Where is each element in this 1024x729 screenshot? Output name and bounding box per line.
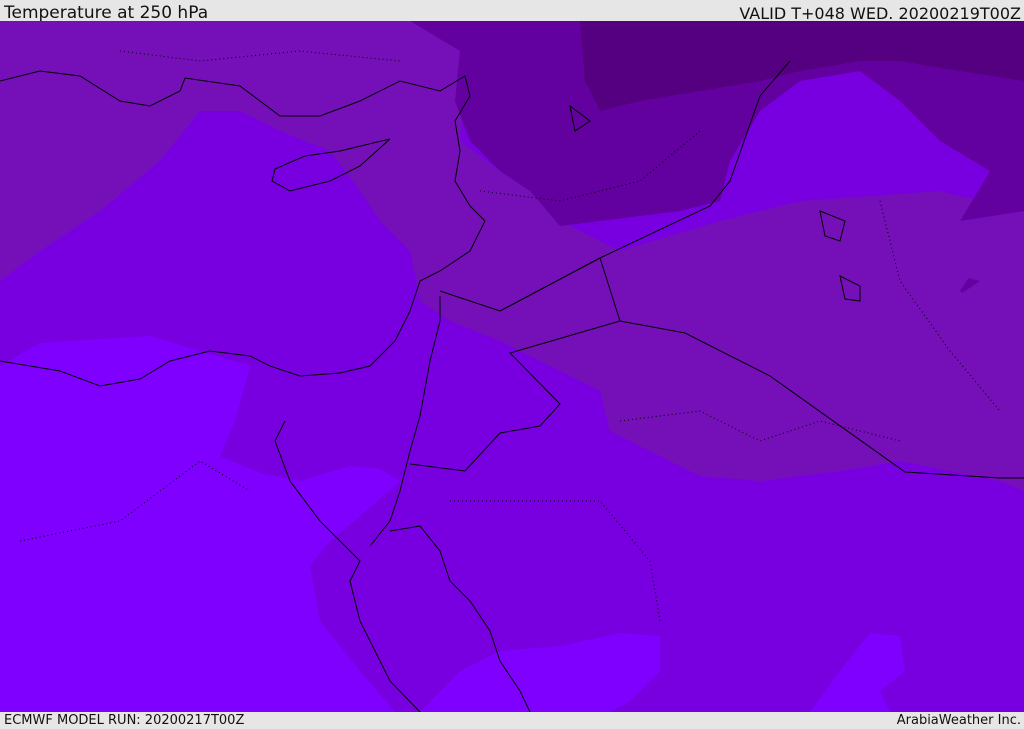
footer-bar: ECMWF MODEL RUN: 20200217T00Z ArabiaWeat… bbox=[0, 712, 1024, 729]
temperature-map[interactable] bbox=[0, 21, 1024, 712]
header-bar: Temperature at 250 hPa VALID T+048 WED. … bbox=[0, 0, 1024, 23]
model-run: ECMWF MODEL RUN: 20200217T00Z bbox=[4, 713, 245, 728]
map-title: Temperature at 250 hPa bbox=[4, 3, 209, 23]
credit: ArabiaWeather Inc. bbox=[896, 713, 1021, 728]
